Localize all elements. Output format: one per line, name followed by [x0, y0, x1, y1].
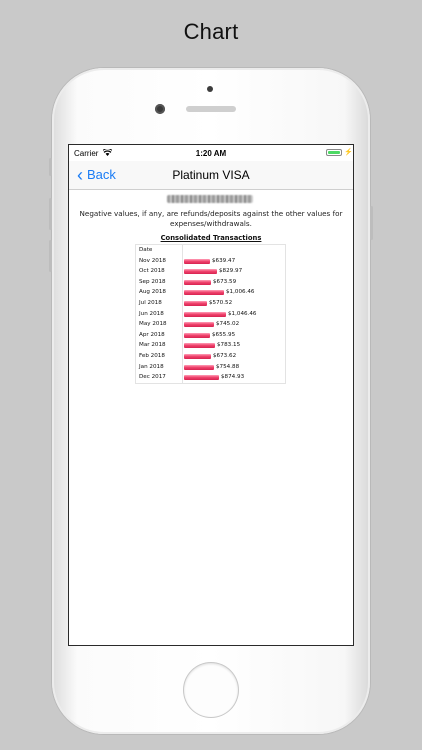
- column-divider: [182, 255, 183, 267]
- amount-label: $1,006.46: [226, 289, 255, 296]
- column-divider: [182, 329, 183, 341]
- amount-label: $673.59: [213, 278, 237, 285]
- amount-bar: [184, 364, 214, 370]
- column-divider: [182, 361, 183, 373]
- table-row: Sep 2018 $673.59: [136, 276, 285, 288]
- promo-title: Chart: [183, 19, 239, 44]
- transactions-chart-table: Date Nov 2018 $639.47 Oct 2018 $829.97 Sep 2…: [135, 244, 286, 384]
- column-divider: [182, 350, 183, 362]
- volume-down-button: [49, 240, 52, 272]
- table-row: Jun 2018 $1,046.46: [136, 308, 285, 320]
- amount-label: $570.52: [209, 299, 233, 306]
- table-header-row: Date: [136, 245, 285, 256]
- phone-screen: Carrier 1:20 AM ⚡ ‹ Back Platinum VISA N…: [68, 144, 354, 646]
- amount-label: $829.97: [219, 268, 243, 275]
- row-date: Jan 2018: [139, 363, 164, 370]
- amount-bar: [184, 322, 214, 328]
- table-row: Jan 2018 $754.88: [136, 361, 285, 373]
- mute-switch: [49, 158, 52, 176]
- table-row: Feb 2018 $673.62: [136, 350, 285, 362]
- row-date: Oct 2018: [139, 268, 165, 275]
- column-divider: [182, 372, 183, 383]
- amount-bar: [184, 343, 215, 349]
- proximity-sensor: [207, 86, 213, 92]
- row-date: Apr 2018: [139, 331, 165, 338]
- battery-icon: [326, 149, 342, 156]
- table-row: Mar 2018 $783.15: [136, 340, 285, 351]
- navigation-bar: ‹ Back Platinum VISA: [69, 161, 353, 190]
- amount-bar: [184, 311, 226, 317]
- row-date: Jun 2018: [139, 310, 164, 317]
- row-date: Nov 2018: [139, 257, 166, 264]
- amount-bar: [184, 353, 211, 359]
- amount-bar: [184, 258, 210, 264]
- amount-bar: [184, 269, 217, 275]
- earpiece-speaker: [186, 106, 236, 112]
- row-date: Sep 2018: [139, 278, 166, 285]
- amount-label: $673.62: [213, 352, 237, 359]
- amount-label: $745.02: [216, 321, 240, 328]
- home-button[interactable]: [184, 663, 238, 717]
- table-row: Jul 2018 $570.52: [136, 297, 285, 309]
- section-title: Consolidated Transactions: [160, 234, 262, 242]
- table-row: Aug 2018 $1,006.46: [136, 287, 285, 298]
- blurred-account-number: [167, 195, 253, 203]
- row-date: Mar 2018: [139, 342, 166, 349]
- amount-bar: [184, 375, 219, 381]
- table-row: Apr 2018 $655.95: [136, 329, 285, 341]
- refund-note: Negative values, if any, are refunds/dep…: [79, 209, 343, 228]
- row-date: Feb 2018: [139, 352, 165, 359]
- column-divider: [182, 276, 183, 288]
- column-divider: [182, 340, 183, 351]
- row-date: Aug 2018: [139, 289, 166, 296]
- column-divider: [182, 297, 183, 309]
- table-row: Oct 2018 $829.97: [136, 266, 285, 277]
- amount-label: $754.88: [216, 363, 240, 370]
- clock: 1:20 AM: [195, 149, 227, 158]
- amount-label: $655.95: [212, 331, 236, 338]
- amount-label: $783.15: [217, 342, 241, 349]
- column-divider: [182, 308, 183, 320]
- amount-bar: [184, 290, 224, 296]
- row-date: Jul 2018: [139, 299, 162, 306]
- amount-label: $874.93: [221, 374, 245, 381]
- row-date: May 2018: [139, 321, 167, 328]
- column-divider: [182, 245, 183, 256]
- front-camera: [155, 104, 165, 114]
- status-bar: Carrier 1:20 AM ⚡: [69, 145, 353, 161]
- amount-label: $639.47: [212, 257, 236, 264]
- nav-title: Platinum VISA: [172, 168, 250, 182]
- amount-bar: [184, 300, 207, 306]
- table-row: Dec 2017 $874.93: [136, 372, 285, 383]
- column-divider: [182, 266, 183, 277]
- volume-up-button: [49, 198, 52, 230]
- amount-bar: [184, 332, 210, 338]
- column-divider: [182, 319, 183, 330]
- date-column-header: Date: [139, 247, 153, 253]
- amount-bar: [184, 279, 211, 285]
- power-button: [370, 206, 373, 240]
- table-row: Nov 2018 $639.47: [136, 255, 285, 267]
- row-date: Dec 2017: [139, 374, 166, 381]
- amount-label: $1,046.46: [228, 310, 257, 317]
- table-row: May 2018 $745.02: [136, 319, 285, 330]
- column-divider: [182, 287, 183, 298]
- charging-bolt-icon: ⚡: [344, 149, 353, 156]
